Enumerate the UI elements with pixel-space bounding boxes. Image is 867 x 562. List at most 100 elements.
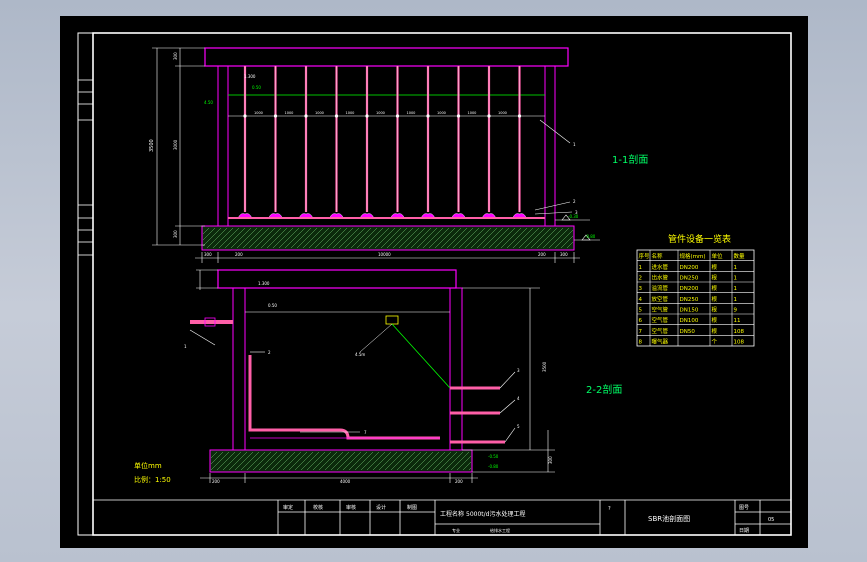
table-cell: 1 [734,286,738,292]
table-cell: DN200 [680,265,699,271]
table-cell: 进水管 [652,263,669,271]
table-cell: 4 [639,297,643,303]
left-level-label: 4.50 [204,100,213,105]
spacing-label: 1000 [254,111,263,115]
table-cell: 根 [712,306,718,314]
dim-bottom-right: 300 [560,252,568,257]
table-cell: 6 [639,318,643,324]
level-label-left-2: -0.50 [488,454,499,459]
base-slab [201,225,575,251]
table-cell: 2 [639,276,643,282]
pipe-joint [365,114,369,118]
table-cell: 5 [639,308,643,314]
dim-bottom-mid-right: 200 [538,252,546,257]
table-cell: 溢流管 [652,284,669,292]
table-cell: 空气管 [652,327,669,335]
pipe-joint [334,114,339,118]
label-drawing-no: 图号 [739,505,749,511]
water-level-label: 0.50 [252,85,261,90]
pipe-joint [273,114,278,118]
table-cell: DN150 [680,308,699,314]
project-label: 工程名称 [440,510,464,518]
role-review: 审核 [346,504,356,511]
table-cell: 1 [639,265,643,271]
table-cell: 根 [712,316,718,324]
pipe-spacing-labels: 1000 1000 1000 1000 1000 1000 1000 1000 1000 [254,111,507,115]
spacing-label: 1000 [346,111,355,115]
table-cell: DN250 [680,276,699,282]
project-name: 5000t/d污水处理工程 [466,510,525,518]
dim-left-bottom: 300 [173,230,178,238]
dim-bottom-span: 10000 [378,252,391,257]
spacing-label: 1000 [437,111,446,115]
spacing-label: 1000 [285,111,294,115]
table-cell: 7 [639,329,643,335]
dim-right-total-2: 3500 [542,361,547,372]
subrow-right: 给排水工程 [490,527,510,533]
top-level-label: 1.300 [244,74,256,79]
drawing-number: 05 [768,517,774,523]
dim-bottom-right-2: 200 [455,479,463,484]
dim-bottom-left-2: 200 [212,479,220,484]
table-header-cell: 名称 [652,252,664,260]
pipe-joint [517,114,522,118]
dim-left-top: 300 [173,52,178,60]
table-cell: 108 [734,340,745,346]
table-header-cell: 单位 [712,252,724,260]
right-level-2: -0.80 [585,234,596,239]
table-cell: 1 [734,276,738,282]
spacing-label: 1000 [315,111,324,115]
dim-bottom-left: 300 [204,252,212,257]
dim-bottom-mid-left: 200 [235,252,243,257]
table-cell: 根 [712,263,718,271]
table-header-cell: 序号 [639,252,651,260]
pipe-joint [243,114,247,118]
spacing-label: 1000 [468,111,477,115]
pipe-joint [304,114,308,118]
scale-label: 比例：1:50 [134,475,171,484]
section-1-title: 1-1剖面 [612,153,648,166]
sheet-mark: ? [608,506,611,512]
table-cell: 3 [639,286,643,292]
top-label-2: 1.300 [258,281,270,286]
table-cell: 根 [712,284,718,292]
sheet-name: SBR池剖面图 [648,514,690,523]
table-cell: 曝气器 [652,338,669,346]
table-cell: 空气管 [652,306,669,314]
spacing-label: 1000 [376,111,385,115]
table-cell: DN100 [680,318,699,324]
pipe-joint [487,114,491,118]
subrow-left: 专业 [452,527,460,533]
base-slab-2 [209,449,473,473]
dim-bottom-mid-2: 4000 [340,479,351,484]
table-header-cell: 规格(mm) [680,252,706,260]
role-draft: 制图 [407,504,417,511]
dim-vertical-total: 3500 [149,139,155,152]
spacing-label: 1000 [498,111,507,115]
table-cell: DN50 [680,329,696,335]
pipe-joint [426,114,430,118]
table-cell: 根 [712,327,718,335]
pipe-joint [395,114,400,118]
dim-left-mid: 3000 [173,139,178,150]
role-check: 校核 [313,504,323,511]
section-2-title: 2-2剖面 [586,383,622,396]
table-cell: 个 [712,339,718,346]
table-cell: DN250 [680,297,699,303]
spacing-label: 1000 [407,111,416,115]
table-cell: 8 [639,340,643,346]
table-cell: 根 [712,295,718,303]
water-level-label-2: 0.50 [268,303,277,308]
role-approve: 审定 [283,504,293,511]
label-date: 日期 [739,528,749,534]
pipe-joint [456,114,461,118]
unit-label: 单位mm [134,461,162,470]
table-cell: 出水管 [652,274,669,282]
level-label-bottom-2: -0.80 [488,464,499,469]
table-cell: 空气管 [652,316,669,324]
table-cell: 9 [734,308,738,314]
role-design: 设计 [376,504,386,511]
right-level-1: -0.30 [568,214,579,219]
table-title: 管件设备一览表 [668,233,731,245]
table-cell: 108 [734,329,745,335]
